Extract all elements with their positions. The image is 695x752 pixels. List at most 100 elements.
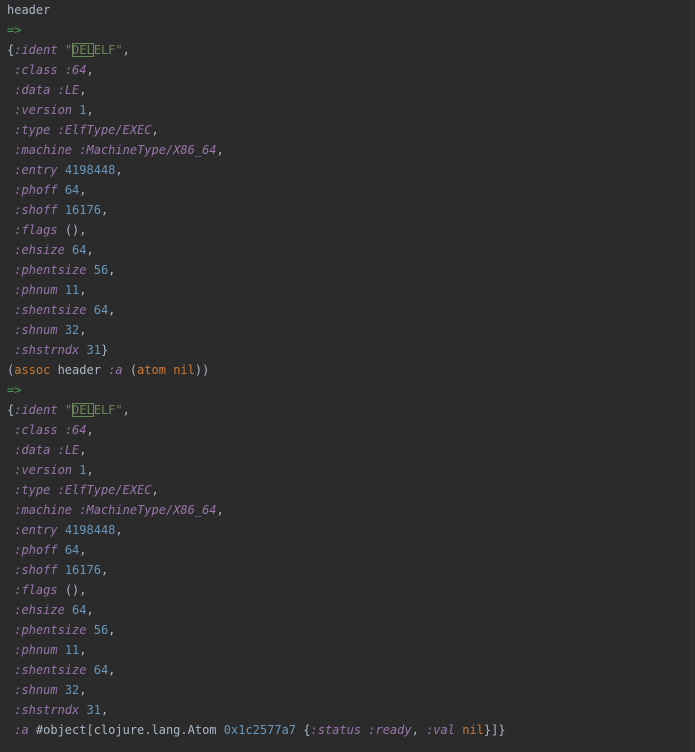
field-ehsize: :ehsize 64,: [7, 600, 94, 620]
field-key: :class: [14, 63, 58, 77]
ident-key: :ident: [14, 403, 58, 417]
field-key: :flags: [14, 583, 58, 597]
comma: ,: [86, 463, 94, 477]
field-flags: :flags (),: [7, 580, 86, 600]
field-value: 11: [64, 643, 80, 657]
field-key: :a: [14, 723, 29, 737]
comma: ,: [86, 103, 94, 117]
comma: ,: [79, 323, 87, 337]
field-version: :version 1,: [7, 100, 94, 120]
field-shoff: :shoff 16176,: [7, 200, 108, 220]
repl-output-panel[interactable]: header => {:ident "DELELF", :class :64, …: [0, 0, 693, 752]
field-key: :shoff: [14, 563, 58, 577]
field-machine: :machine :MachineType/X86_64,: [7, 140, 224, 160]
field-key: :machine: [14, 143, 73, 157]
comma: ,: [115, 163, 123, 177]
field-value: 31: [86, 343, 101, 357]
field-key: :version: [14, 103, 73, 117]
ident-control-chars: DEL: [72, 43, 94, 57]
result-arrow: =>: [7, 383, 22, 397]
field-value: (): [64, 583, 80, 597]
field-key: :shentsize: [14, 663, 87, 677]
field-ehsize: :ehsize 64,: [7, 240, 94, 260]
field-key: :flags: [14, 223, 58, 237]
object-tag: #object[clojure.lang.Atom: [28, 723, 224, 737]
field-shentsize: :shentsize 64,: [7, 300, 115, 320]
comma: ,: [100, 703, 109, 717]
paren: (: [122, 363, 138, 377]
field-class: :class :64,: [7, 420, 94, 440]
field-entry: :entry 4198448,: [7, 520, 123, 540]
field-value: 64: [93, 303, 109, 317]
field-key: :machine: [14, 503, 73, 517]
field-value: :LE: [57, 443, 80, 457]
field-key: :shnum: [14, 323, 58, 337]
comma: ,: [86, 243, 94, 257]
comma: ,: [86, 603, 94, 617]
field-key: :shoff: [14, 203, 58, 217]
ident-quote: ": [57, 403, 73, 417]
ident-key: :ident: [14, 43, 58, 57]
field-phnum: :phnum 11,: [7, 640, 87, 660]
input-text: header: [7, 3, 51, 17]
comma: ,: [100, 203, 109, 217]
comma: ,: [115, 523, 123, 537]
comma: ,: [79, 443, 87, 457]
comma: ,: [79, 643, 87, 657]
field-value: 56: [93, 263, 109, 277]
field-key: :phnum: [14, 283, 58, 297]
field-shoff: :shoff 16176,: [7, 560, 108, 580]
comma: ,: [108, 303, 116, 317]
fn-atom: atom: [137, 363, 166, 377]
field-value: 64: [64, 183, 80, 197]
field-key: :phentsize: [14, 263, 87, 277]
field-shentsize: :shentsize 64,: [7, 660, 115, 680]
field-value: 64: [72, 243, 87, 257]
field-phnum: :phnum 11,: [7, 280, 86, 300]
object-address: 0x1c2577a7: [223, 723, 297, 737]
field-type: :type :ElfType/EXEC,: [7, 480, 159, 500]
comma: ,: [122, 43, 130, 57]
field-data: :data :LE,: [7, 440, 87, 460]
status-key: :status: [310, 723, 362, 737]
field-class: :class :64,: [7, 60, 94, 80]
field-value: 64: [72, 603, 87, 617]
ident-line: {:ident "DELELF",: [7, 400, 130, 420]
field-value: 32: [64, 683, 80, 697]
field-shnum: :shnum 32,: [7, 320, 87, 340]
field-key: :data: [14, 83, 51, 97]
comma: ,: [411, 723, 427, 737]
field-value: 1: [79, 103, 87, 117]
field-key: :phentsize: [14, 623, 87, 637]
field-shstrndx: :shstrndx 31,: [7, 700, 108, 720]
field-value: 16176: [64, 563, 101, 577]
close-brackets: }]}: [483, 723, 506, 737]
map-open-brace: {: [296, 723, 311, 737]
field-value: :LE: [57, 83, 80, 97]
nil-literal: nil: [462, 723, 484, 737]
ident-rest: ELF": [93, 43, 123, 57]
field-key: :ehsize: [14, 603, 65, 617]
field-key: :version: [14, 463, 73, 477]
field-key: :phoff: [14, 543, 58, 557]
field-key: :phnum: [14, 643, 58, 657]
nil-literal: nil: [173, 363, 195, 377]
comma: ,: [108, 263, 116, 277]
repl-input-line: header: [7, 0, 50, 20]
field-key: :ehsize: [14, 243, 65, 257]
field-value: :MachineType/X86_64: [79, 503, 217, 517]
repl-input-line: (assoc header :a (atom nil)): [7, 360, 209, 380]
val-key: :val: [426, 723, 455, 737]
comma: ,: [151, 483, 159, 497]
field-value: 31: [86, 703, 101, 717]
field-value: 16176: [64, 203, 101, 217]
field-shstrndx: :shstrndx 31}: [7, 340, 108, 360]
field-key: :type: [14, 123, 51, 137]
field-value: :ElfType/EXEC: [57, 483, 152, 497]
field-value: :64: [64, 423, 87, 437]
ident-quote: ": [57, 43, 73, 57]
result-arrow: =>: [7, 23, 22, 37]
comma: ,: [216, 143, 224, 157]
comma: ,: [108, 623, 116, 637]
field-version: :version 1,: [7, 460, 94, 480]
